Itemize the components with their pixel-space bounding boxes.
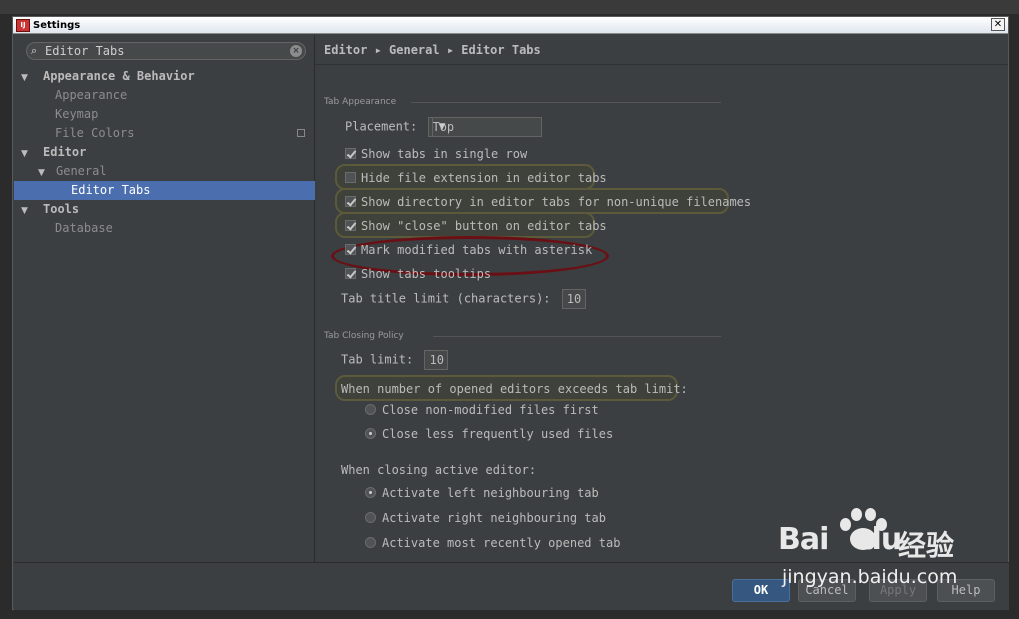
option-hide-extension[interactable]: Hide file extension in editor tabs — [345, 169, 607, 187]
apply-button[interactable]: Apply — [869, 579, 927, 602]
tree-item-label: Editor Tabs — [71, 183, 151, 197]
search-box: ⌕ × — [26, 42, 306, 60]
option-label: Show directory in editor tabs for non-un… — [361, 195, 752, 209]
placement-select[interactable]: Top ▼ — [428, 117, 543, 137]
title-limit-input[interactable]: 10 — [561, 289, 586, 309]
dialog-button-bar: OK Cancel Apply Help — [14, 562, 1009, 610]
checkbox[interactable] — [345, 244, 356, 255]
option-label: Hide file extension in editor tabs — [361, 171, 607, 185]
clear-search-icon[interactable]: × — [290, 45, 302, 57]
tree-item-label: Editor — [43, 145, 87, 159]
settings-dialog: IJ Settings ✕ ⌕ × ▼Appearance & Behavior… — [12, 16, 1009, 610]
radio-activate-recent[interactable]: Activate most recently opened tab — [365, 534, 620, 552]
search-icon: ⌕ — [31, 44, 38, 57]
project-scope-icon — [297, 129, 305, 137]
tree-item-label: Database — [55, 221, 113, 235]
tree-item-appearance-behavior[interactable]: ▼ Appearance & Behavior — [14, 67, 315, 86]
option-label: Mark modified tabs with asterisk — [361, 243, 593, 257]
placement-row: Placement: Top ▼ — [345, 117, 543, 137]
settings-sidebar: ⌕ × ▼Appearance & Behavior Appearance Ke… — [14, 35, 315, 562]
title-limit-row: Tab title limit (characters): 10 — [341, 289, 586, 309]
radio-label: Activate right neighbouring tab — [382, 511, 606, 525]
tree-item-tools[interactable]: ▼ Tools — [14, 200, 315, 219]
settings-main-panel: Editor ▸ General ▸ Editor Tabs Tab Appea… — [315, 35, 1008, 562]
close-button[interactable]: ✕ — [991, 18, 1005, 31]
tree-item-label: Tools — [43, 202, 80, 216]
exceed-label: When number of opened editors exceeds ta… — [341, 380, 688, 398]
close-icon: ✕ — [993, 19, 1003, 30]
tree-item-label: Keymap — [55, 107, 99, 121]
section-title-tab-appearance: Tab Appearance — [324, 97, 397, 107]
placement-label: Placement: — [345, 119, 418, 134]
radio-label: Close less frequently used files — [382, 427, 614, 441]
tree-item-label: General — [56, 164, 107, 178]
dialog-title: Settings — [33, 19, 81, 31]
section-divider — [433, 336, 721, 337]
option-single-row[interactable]: Show tabs in single row — [345, 145, 527, 163]
tree-item-appearance[interactable]: Appearance — [14, 86, 315, 105]
radio-button[interactable] — [365, 537, 376, 548]
option-mark-modified[interactable]: Mark modified tabs with asterisk — [345, 241, 592, 259]
title-limit-label: Tab title limit (characters): — [341, 291, 551, 306]
exceed-label-text: When number of opened editors exceeds ta… — [341, 382, 688, 396]
closing-label-text: When closing active editor: — [341, 463, 537, 477]
section-divider — [411, 102, 721, 103]
tree-item-general[interactable]: ▼ General — [14, 162, 315, 181]
tree-item-editor[interactable]: ▼ Editor — [14, 143, 315, 162]
settings-tree: ▼ Appearance & Behavior Appearance Keymap… — [14, 67, 315, 238]
radio-close-non-modified[interactable]: Close non-modified files first — [365, 401, 599, 419]
checkbox[interactable] — [345, 196, 356, 207]
checkbox[interactable] — [345, 220, 356, 231]
tree-item-label: Appearance — [55, 88, 128, 102]
search-input[interactable] — [45, 44, 285, 58]
radio-activate-left[interactable]: Activate left neighbouring tab — [365, 484, 599, 502]
tree-item-database[interactable]: Database — [14, 219, 315, 238]
tab-limit-input[interactable]: 10 — [424, 350, 449, 370]
tab-limit-row: Tab limit: 10 — [341, 350, 449, 370]
section-title-tab-closing: Tab Closing Policy — [324, 331, 404, 341]
tree-item-file-colors[interactable]: File Colors — [14, 124, 315, 143]
radio-button[interactable] — [365, 428, 376, 439]
tree-item-editor-tabs[interactable]: Editor Tabs — [14, 181, 315, 200]
option-label: Show "close" button on editor tabs — [361, 219, 607, 233]
checkbox[interactable] — [345, 268, 356, 279]
option-label: Show tabs in single row — [361, 147, 528, 161]
app-icon: IJ — [16, 18, 30, 32]
option-close-button[interactable]: Show "close" button on editor tabs — [345, 217, 607, 235]
help-button[interactable]: Help — [937, 579, 995, 602]
option-show-directory[interactable]: Show directory in editor tabs for non-un… — [345, 193, 751, 211]
option-tooltips[interactable]: Show tabs tooltips — [345, 265, 491, 283]
ok-button[interactable]: OK — [732, 579, 790, 602]
radio-label: Activate left neighbouring tab — [382, 486, 599, 500]
checkbox[interactable] — [345, 148, 356, 159]
chevron-down-icon: ▼ — [432, 118, 450, 136]
breadcrumb: Editor ▸ General ▸ Editor Tabs — [315, 35, 1008, 65]
dialog-titlebar: IJ Settings ✕ — [13, 17, 1008, 34]
cancel-button[interactable]: Cancel — [798, 579, 856, 602]
option-label: Show tabs tooltips — [361, 267, 492, 281]
radio-button[interactable] — [365, 512, 376, 523]
checkbox[interactable] — [345, 172, 356, 183]
tree-item-keymap[interactable]: Keymap — [14, 105, 315, 124]
radio-button[interactable] — [365, 487, 376, 498]
radio-label: Close non-modified files first — [382, 403, 599, 417]
radio-button[interactable] — [365, 404, 376, 415]
tree-item-label: Appearance & Behavior — [43, 69, 195, 83]
outer-titlebar — [0, 0, 1019, 14]
radio-activate-right[interactable]: Activate right neighbouring tab — [365, 509, 606, 527]
tab-limit-label: Tab limit: — [341, 352, 414, 367]
radio-label: Activate most recently opened tab — [382, 536, 621, 550]
radio-close-less-frequent[interactable]: Close less frequently used files — [365, 425, 613, 443]
tree-item-label: File Colors — [55, 126, 135, 140]
closing-label: When closing active editor: — [341, 461, 536, 479]
